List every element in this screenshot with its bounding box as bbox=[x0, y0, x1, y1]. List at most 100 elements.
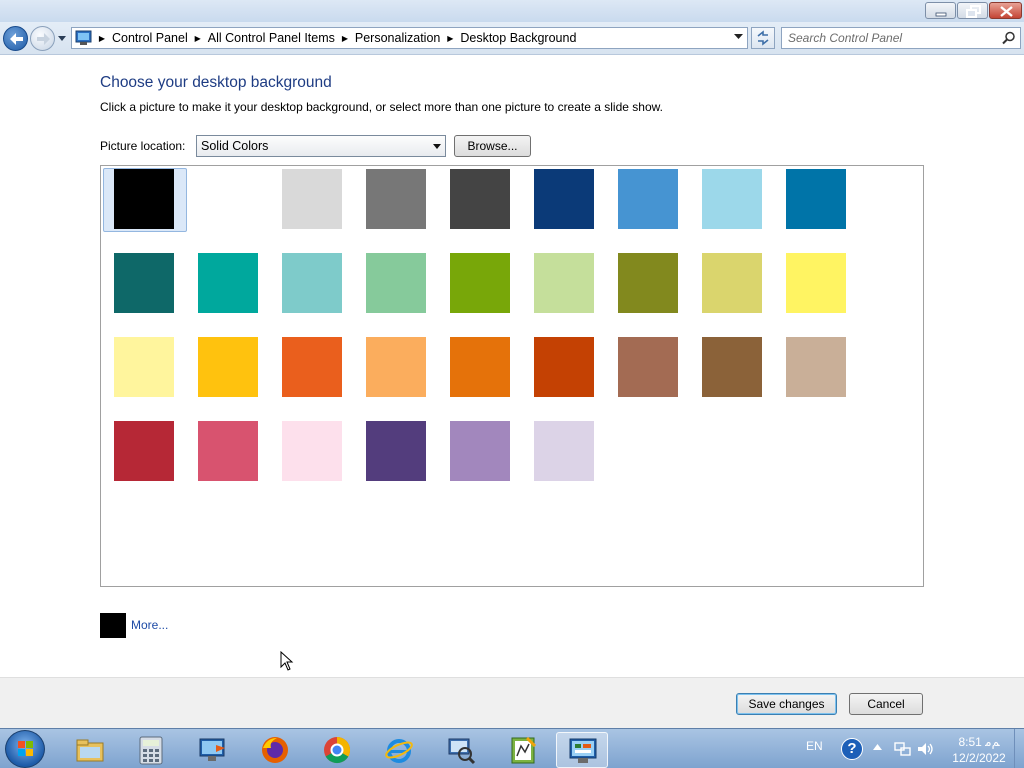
color-swatch[interactable] bbox=[618, 337, 678, 397]
picture-location-select[interactable]: Solid Colors bbox=[196, 135, 446, 157]
picture-location-value: Solid Colors bbox=[201, 139, 269, 153]
taskbar-control-panel[interactable] bbox=[556, 732, 608, 768]
address-dropdown-icon[interactable] bbox=[734, 34, 743, 40]
current-color-preview bbox=[100, 613, 126, 638]
forward-button[interactable] bbox=[30, 26, 55, 51]
refresh-icon bbox=[757, 30, 769, 46]
color-swatch[interactable] bbox=[450, 169, 510, 229]
firefox-icon bbox=[262, 737, 288, 763]
clock-time[interactable]: 8:51 ﻢﻣ bbox=[944, 735, 1014, 749]
save-changes-button[interactable]: Save changes bbox=[736, 693, 837, 715]
chrome-icon bbox=[324, 736, 351, 764]
color-swatch[interactable] bbox=[534, 169, 594, 229]
breadcrumb-separator-icon[interactable]: ▶ bbox=[96, 34, 108, 43]
color-swatch[interactable] bbox=[450, 253, 510, 313]
address-bar[interactable]: ▶ Control Panel ▶ All Control Panel Item… bbox=[71, 27, 748, 49]
language-indicator[interactable]: EN bbox=[806, 739, 823, 753]
close-button[interactable] bbox=[989, 2, 1022, 19]
clock-date[interactable]: 12/2/2022 bbox=[944, 751, 1014, 765]
color-swatch[interactable] bbox=[534, 253, 594, 313]
navigation-bar: ▶ Control Panel ▶ All Control Panel Item… bbox=[0, 22, 1024, 55]
taskbar-internet-explorer[interactable] bbox=[373, 732, 425, 768]
more-colors-link[interactable]: More... bbox=[131, 618, 168, 632]
search-input[interactable] bbox=[788, 30, 998, 46]
taskbar: EN ? 8:51 ﻢﻣ 12/2/2022 bbox=[0, 728, 1024, 768]
restore-icon bbox=[966, 5, 981, 18]
color-swatch[interactable] bbox=[786, 337, 846, 397]
taskbar-media-editor[interactable] bbox=[497, 732, 549, 768]
color-swatch[interactable] bbox=[450, 421, 510, 481]
breadcrumb-separator-icon[interactable]: ▶ bbox=[444, 34, 456, 43]
show-desktop-button[interactable] bbox=[1014, 729, 1024, 768]
back-button[interactable] bbox=[3, 26, 28, 51]
volume-icon[interactable] bbox=[916, 741, 934, 757]
color-swatch[interactable] bbox=[534, 421, 594, 481]
breadcrumb-separator-icon[interactable]: ▶ bbox=[339, 34, 351, 43]
breadcrumb-all-control-panel-items[interactable]: All Control Panel Items bbox=[204, 31, 339, 45]
minimize-icon bbox=[935, 12, 947, 17]
close-icon bbox=[1000, 6, 1013, 17]
network-icon[interactable] bbox=[894, 741, 912, 757]
color-swatch[interactable] bbox=[198, 253, 258, 313]
color-swatch[interactable] bbox=[534, 337, 594, 397]
color-swatch[interactable] bbox=[366, 421, 426, 481]
taskbar-remote-desktop[interactable] bbox=[187, 732, 239, 768]
breadcrumb: ▶ Control Panel ▶ All Control Panel Item… bbox=[96, 28, 580, 48]
taskbar-firefox[interactable] bbox=[249, 732, 301, 768]
forward-arrow-icon bbox=[37, 33, 50, 45]
restore-button[interactable] bbox=[957, 2, 988, 19]
help-icon[interactable]: ? bbox=[841, 738, 863, 760]
color-swatch[interactable] bbox=[702, 253, 762, 313]
color-swatch[interactable] bbox=[450, 337, 510, 397]
color-swatch[interactable] bbox=[282, 421, 342, 481]
color-swatch[interactable] bbox=[282, 337, 342, 397]
color-swatch[interactable] bbox=[114, 253, 174, 313]
taskbar-chrome[interactable] bbox=[311, 732, 363, 768]
color-swatch[interactable] bbox=[198, 337, 258, 397]
browse-button[interactable]: Browse... bbox=[454, 135, 531, 157]
network-scan-icon bbox=[448, 738, 476, 765]
taskbar-network-scan[interactable] bbox=[435, 732, 487, 768]
mouse-pointer-icon bbox=[280, 651, 294, 671]
minimize-button[interactable] bbox=[925, 2, 956, 19]
color-swatch[interactable] bbox=[702, 169, 762, 229]
color-swatch[interactable] bbox=[366, 253, 426, 313]
color-swatch[interactable] bbox=[786, 253, 846, 313]
breadcrumb-separator-icon[interactable]: ▶ bbox=[192, 34, 204, 43]
control-panel-icon bbox=[569, 738, 597, 763]
color-swatch[interactable] bbox=[198, 421, 258, 481]
windows-logo-icon bbox=[18, 741, 33, 756]
breadcrumb-desktop-background[interactable]: Desktop Background bbox=[456, 31, 580, 45]
refresh-button[interactable] bbox=[751, 27, 775, 49]
recent-pages-dropdown-icon[interactable] bbox=[58, 36, 66, 42]
color-swatch[interactable] bbox=[198, 169, 258, 229]
media-editor-icon bbox=[511, 736, 537, 764]
start-button[interactable] bbox=[5, 730, 45, 768]
color-swatch[interactable] bbox=[114, 337, 174, 397]
color-swatch[interactable] bbox=[618, 169, 678, 229]
color-swatch[interactable] bbox=[366, 337, 426, 397]
search-icon[interactable] bbox=[1002, 31, 1016, 45]
color-swatch[interactable] bbox=[786, 169, 846, 229]
color-swatch[interactable] bbox=[282, 253, 342, 313]
color-swatch[interactable] bbox=[282, 169, 342, 229]
cancel-button[interactable]: Cancel bbox=[849, 693, 923, 715]
calculator-icon bbox=[139, 736, 163, 765]
page-title: Choose your desktop background bbox=[100, 74, 332, 91]
remote-desktop-icon bbox=[199, 738, 225, 761]
color-swatch[interactable] bbox=[114, 169, 174, 229]
button-bar: Save changes Cancel bbox=[0, 677, 1024, 728]
taskbar-calculator[interactable] bbox=[125, 732, 177, 768]
picture-location-label: Picture location: bbox=[100, 139, 186, 153]
show-hidden-icons-icon[interactable] bbox=[873, 744, 882, 750]
breadcrumb-personalization[interactable]: Personalization bbox=[351, 31, 444, 45]
color-swatch[interactable] bbox=[366, 169, 426, 229]
search-box[interactable] bbox=[781, 27, 1021, 49]
color-swatch[interactable] bbox=[114, 421, 174, 481]
color-swatch-grid bbox=[100, 165, 924, 587]
breadcrumb-control-panel[interactable]: Control Panel bbox=[108, 31, 192, 45]
taskbar-file-explorer[interactable] bbox=[64, 732, 116, 768]
color-swatch[interactable] bbox=[702, 337, 762, 397]
color-swatch[interactable] bbox=[618, 253, 678, 313]
title-bar bbox=[0, 0, 1024, 22]
